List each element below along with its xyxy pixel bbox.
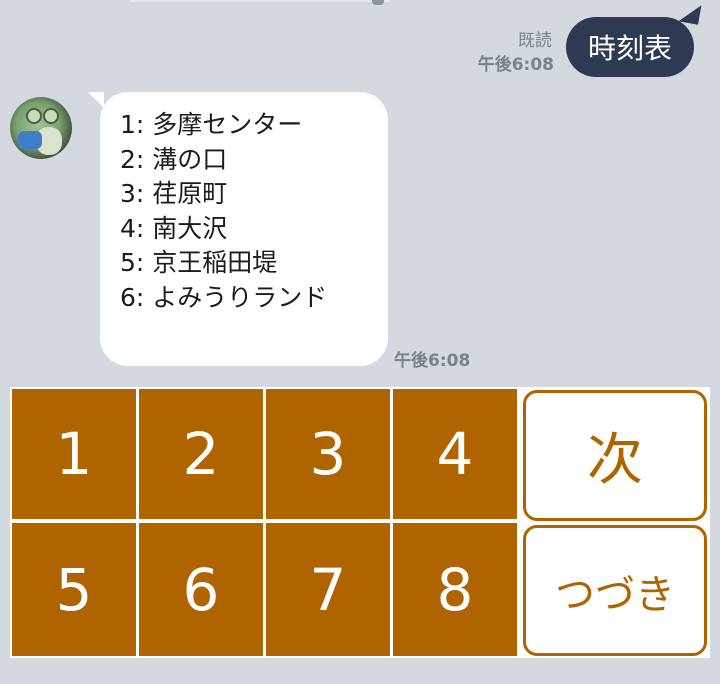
- incoming-timestamp: 午後6:08: [394, 351, 471, 371]
- outgoing-message-bubble[interactable]: 時刻表: [566, 17, 694, 77]
- previous-message-edge: [130, 0, 390, 2]
- key-5-button[interactable]: 5: [12, 523, 136, 656]
- key-8-button[interactable]: 8: [393, 523, 517, 656]
- list-item: 3: 荏原町: [120, 179, 228, 208]
- next-button[interactable]: 次: [523, 390, 707, 521]
- avatar-eye-right: [43, 108, 59, 124]
- continue-button[interactable]: つづき: [523, 525, 707, 656]
- key-6-button[interactable]: 6: [139, 523, 263, 656]
- key-2-button[interactable]: 2: [139, 389, 263, 519]
- outgoing-message-text: 時刻表: [587, 32, 672, 65]
- key-1-button[interactable]: 1: [12, 389, 136, 519]
- list-item: 2: 溝の口: [120, 144, 228, 174]
- avatar-eye-left: [26, 108, 42, 124]
- frog-avatar-icon[interactable]: [10, 97, 72, 159]
- list-item: 5: 京王稲田堤: [120, 248, 278, 277]
- key-7-button[interactable]: 7: [266, 523, 390, 656]
- outgoing-timestamp: 午後6:08: [477, 55, 554, 75]
- rich-menu-keypad: 1 2 3 4 5 6 7 8 次 つづき: [10, 387, 710, 658]
- key-4-button[interactable]: 4: [393, 389, 517, 519]
- list-item: 6: よみうりランド: [120, 282, 328, 312]
- previous-message-marker: [372, 0, 384, 5]
- read-receipt: 既読: [518, 31, 552, 51]
- incoming-message-text: 1: 多摩センター 2: 溝の口 3: 荏原町 4: 南大沢 5: 京王稲田堤 …: [120, 108, 327, 315]
- list-item: 4: 南大沢: [120, 213, 228, 243]
- key-3-button[interactable]: 3: [266, 389, 390, 519]
- list-item: 1: 多摩センター: [120, 110, 303, 139]
- incoming-bubble-tail: [88, 92, 104, 108]
- incoming-message-bubble[interactable]: 1: 多摩センター 2: 溝の口 3: 荏原町 4: 南大沢 5: 京王稲田堤 …: [100, 92, 388, 366]
- avatar-accessory: [18, 131, 42, 149]
